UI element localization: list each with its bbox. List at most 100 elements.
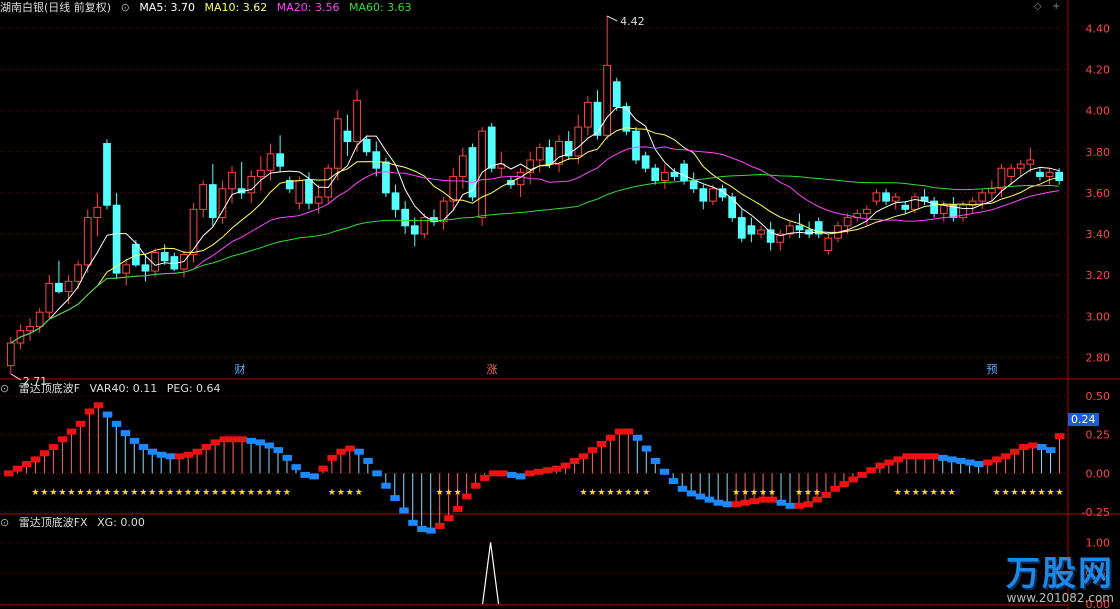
ind1-bar bbox=[12, 465, 23, 472]
ind1-bar bbox=[336, 448, 346, 455]
ind1-star-signal: ★ bbox=[103, 488, 111, 498]
ind1-bar bbox=[857, 471, 867, 478]
ind1-bar bbox=[929, 453, 939, 460]
ind1-bar bbox=[318, 465, 328, 472]
candle-body bbox=[584, 101, 592, 128]
candle-body bbox=[997, 167, 1006, 190]
candle-body bbox=[26, 326, 34, 332]
ind1-bar bbox=[381, 482, 391, 489]
plus-icon[interactable]: + bbox=[1052, 1, 1060, 12]
ind1-bar bbox=[740, 499, 751, 506]
ind1-star-signal: ★ bbox=[948, 488, 956, 498]
ind1-bar bbox=[641, 445, 652, 452]
ind1-var40: VAR40: 0.11 bbox=[89, 382, 158, 395]
ind1-bar bbox=[569, 457, 580, 464]
ind1-bar bbox=[920, 453, 930, 460]
price-tick-label: 2.80 bbox=[1086, 351, 1111, 364]
candle-body bbox=[709, 188, 717, 202]
diamond-icon[interactable]: ◇ bbox=[1034, 1, 1042, 12]
ind1-star-signal: ★ bbox=[795, 488, 803, 498]
high-price-label: 4.42 bbox=[620, 15, 645, 28]
ind1-star-signal: ★ bbox=[1046, 488, 1054, 498]
ind1-star-signal: ★ bbox=[939, 488, 947, 498]
candle-body bbox=[410, 225, 419, 235]
candle-body bbox=[574, 126, 583, 157]
ind1-bar bbox=[300, 471, 310, 478]
candle-body bbox=[911, 196, 919, 210]
ind1-bar bbox=[453, 505, 463, 512]
ind1-star-signal: ★ bbox=[238, 488, 246, 498]
ind1-bar bbox=[1019, 444, 1029, 451]
ma10-label: MA10: 3.62 bbox=[204, 1, 268, 14]
candle-body bbox=[660, 171, 669, 182]
candle-body bbox=[478, 130, 486, 219]
ind1-bar bbox=[120, 430, 131, 437]
ind1-bar bbox=[291, 464, 301, 471]
ind1-star-signal: ★ bbox=[328, 488, 336, 498]
candle-body bbox=[112, 204, 121, 274]
candle-body bbox=[131, 243, 140, 266]
ind1-bar bbox=[659, 468, 670, 475]
candle-body bbox=[699, 188, 708, 202]
ind1-star-signal: ★ bbox=[193, 488, 201, 498]
ind1-bar bbox=[983, 459, 993, 466]
candle-body bbox=[362, 138, 371, 153]
ind1-bar bbox=[516, 473, 526, 480]
ind1-bar bbox=[749, 498, 760, 505]
ma5-label: MA5: 3.70 bbox=[139, 1, 196, 14]
ind1-star-signal: ★ bbox=[202, 488, 210, 498]
ind1-star-signal: ★ bbox=[1029, 488, 1037, 498]
candle-body bbox=[141, 264, 150, 272]
ma60-label: MA60: 3.63 bbox=[348, 1, 412, 14]
candle-body bbox=[6, 342, 15, 367]
ind1-bar bbox=[372, 470, 382, 477]
candle-body bbox=[526, 159, 535, 173]
ma10-line bbox=[10, 127, 1060, 344]
ind1-bar bbox=[1046, 447, 1056, 454]
ind1-settings-icon[interactable]: ⊙ bbox=[0, 382, 9, 395]
ind1-bar bbox=[713, 499, 724, 506]
ind1-bar bbox=[129, 437, 140, 444]
candle-body bbox=[978, 192, 987, 202]
candle-body bbox=[1026, 159, 1035, 165]
ind1-bar bbox=[731, 501, 742, 508]
ind1-bar bbox=[875, 462, 885, 469]
candle-body bbox=[189, 208, 198, 256]
ind1-bar bbox=[84, 408, 95, 415]
ma20-label: MA20: 3.56 bbox=[276, 1, 340, 14]
ind1-star-signal: ★ bbox=[759, 488, 767, 498]
ind1-bar bbox=[893, 456, 903, 463]
ind1-bar bbox=[345, 445, 355, 452]
watermark-url: www.201082.com bbox=[1006, 591, 1114, 605]
candle-body bbox=[641, 155, 650, 169]
candle-body bbox=[160, 252, 169, 262]
ind1-star-signal: ★ bbox=[912, 488, 920, 498]
event-tag: 财 bbox=[235, 362, 246, 376]
ind1-star-signal: ★ bbox=[355, 488, 363, 498]
ind1-star-signal: ★ bbox=[220, 488, 228, 498]
candle-body bbox=[35, 311, 44, 328]
ind1-star-signal: ★ bbox=[166, 488, 174, 498]
price-tick-label: 3.40 bbox=[1086, 228, 1111, 241]
ind1-star-signal: ★ bbox=[588, 488, 596, 498]
ind1-tick-label: -0.25 bbox=[1082, 506, 1110, 519]
kline-chart[interactable]: 4.40 4.20 4.00 3.80 3.60 3.40 3.20 3.00 2.80 4.42… bbox=[0, 0, 1120, 609]
ind1-star-signal: ★ bbox=[597, 488, 605, 498]
candle-body bbox=[372, 151, 381, 169]
ind1-bar bbox=[884, 459, 894, 466]
ind1-bar bbox=[596, 440, 607, 447]
candle-body bbox=[487, 126, 496, 169]
ind1-star-signal: ★ bbox=[615, 488, 623, 498]
ind1-star-signal: ★ bbox=[265, 488, 273, 498]
ind1-bar bbox=[102, 411, 113, 418]
ind1-bar bbox=[650, 457, 661, 464]
ind1-star-signal: ★ bbox=[1038, 488, 1046, 498]
candle-body bbox=[391, 192, 400, 210]
ind1-bar bbox=[228, 436, 239, 443]
ind1-bar bbox=[408, 519, 418, 526]
settings-icon[interactable]: ⊙ bbox=[121, 1, 130, 14]
ind1-star-signal: ★ bbox=[49, 488, 57, 498]
ind2-settings-icon[interactable]: ⊙ bbox=[0, 516, 9, 529]
ind1-star-signal: ★ bbox=[1011, 488, 1019, 498]
price-tick-label: 4.00 bbox=[1086, 105, 1111, 118]
